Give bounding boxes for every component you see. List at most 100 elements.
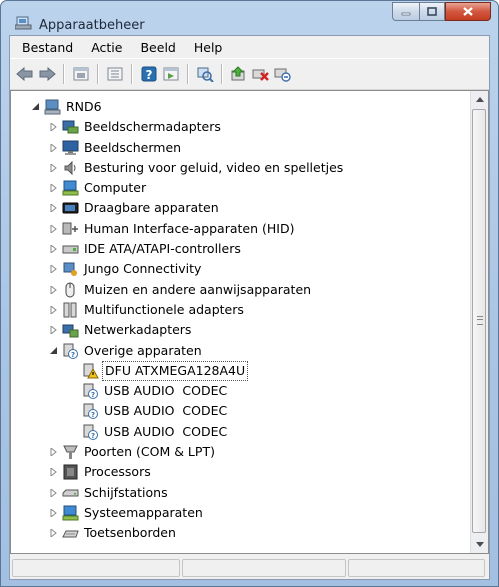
close-icon <box>463 7 473 16</box>
disable-button[interactable] <box>274 65 292 83</box>
unknown-device-icon: ? <box>63 343 78 359</box>
tree-item-muizen[interactable]: Muizen en andere aanwijsapparaten <box>11 280 473 300</box>
scroll-up-button[interactable] <box>471 91 488 108</box>
tree-item-computer[interactable]: Computer <box>11 178 473 198</box>
tree-child-label: USB AUDIO CODEC <box>104 423 228 439</box>
tree-item-toetsenborden[interactable]: Toetsenborden <box>11 523 473 543</box>
help-icon: ? <box>141 66 157 82</box>
tree-rows: RND6 Beeldschermadapters Beeldschermen B… <box>11 97 473 544</box>
keyboard-icon <box>62 530 79 538</box>
uninstall-icon <box>252 69 269 81</box>
disable-icon <box>274 68 291 82</box>
scroll-down-button[interactable] <box>471 536 488 553</box>
tree-item-ide-controllers[interactable]: IDE ATA/ATAPI-controllers <box>11 239 473 259</box>
back-button[interactable] <box>16 65 34 83</box>
vertical-scrollbar[interactable] <box>470 91 488 553</box>
expand-arrow-icon <box>50 305 57 314</box>
menu-bestand[interactable]: Bestand <box>22 38 73 57</box>
back-icon <box>16 67 33 81</box>
expand-arrow-icon <box>50 224 57 233</box>
uninstall-button[interactable] <box>252 65 270 83</box>
tree-item-hid[interactable]: Human Interface-apparaten (HID) <box>11 219 473 239</box>
scan-hardware-icon <box>197 67 214 82</box>
multifunction-adapter-icon <box>63 302 77 318</box>
grip-icon <box>477 316 483 325</box>
status-pane <box>348 559 485 577</box>
svg-text:?: ? <box>71 351 75 359</box>
expand-arrow-icon <box>50 143 57 152</box>
status-pane <box>12 559 180 577</box>
scroll-down-icon <box>475 542 484 547</box>
tree-item-processors[interactable]: Processors <box>11 462 473 482</box>
list-view-button[interactable] <box>106 65 124 83</box>
tree-item-label: Beeldschermadapters <box>84 119 221 135</box>
help-button[interactable]: ? <box>140 65 158 83</box>
title-bar[interactable]: Apparaatbeheer <box>1 1 498 35</box>
warning-device-icon <box>83 363 99 379</box>
status-pane <box>182 559 346 577</box>
tree-item-multifunctionele-adapters[interactable]: Multifunctionele adapters <box>11 300 473 320</box>
tree-item-beeldschermen[interactable]: Beeldschermen <box>11 138 473 158</box>
tree-child-label: USB AUDIO CODEC <box>104 383 228 399</box>
tree-item-jungo-connectivity[interactable]: Jungo Connectivity <box>11 259 473 279</box>
console-tree-button[interactable] <box>162 65 180 83</box>
collapse-arrow-icon <box>32 103 39 110</box>
disk-drive-icon <box>62 489 79 497</box>
unknown-device-icon: ? <box>83 383 98 400</box>
tree-child-usb-audio-codec[interactable]: ? USB AUDIO CODEC <box>11 381 473 401</box>
status-bar <box>10 557 489 579</box>
minimize-icon <box>401 12 411 15</box>
maximize-icon <box>427 7 437 16</box>
expand-arrow-icon <box>50 265 57 274</box>
display-adapter-icon <box>62 120 79 134</box>
console-tree-icon <box>163 67 179 81</box>
svg-text:?: ? <box>91 391 95 399</box>
update-driver-button[interactable] <box>230 65 248 83</box>
scrollbar-thumb[interactable] <box>472 109 486 533</box>
tree-item-label: Multifunctionele adapters <box>84 301 244 317</box>
tree-child-usb-audio-codec[interactable]: ? USB AUDIO CODEC <box>11 401 473 421</box>
tree-item-poorten[interactable]: Poorten (COM & LPT) <box>11 442 473 462</box>
tree-item-label: Human Interface-apparaten (HID) <box>84 220 295 236</box>
tree-root-rnd6[interactable]: RND6 <box>11 97 473 117</box>
tree-item-beeldschermadapters[interactable]: Beeldschermadapters <box>11 117 473 137</box>
expand-arrow-icon <box>50 488 57 497</box>
menu-actie[interactable]: Actie <box>91 38 122 57</box>
tree-child-usb-audio-codec[interactable]: ? USB AUDIO CODEC <box>11 422 473 442</box>
network-adapter-icon <box>62 324 79 338</box>
update-driver-icon <box>231 66 245 81</box>
scroll-up-icon <box>475 97 484 102</box>
collapse-arrow-icon <box>50 346 57 354</box>
scan-hardware-button[interactable] <box>196 65 214 83</box>
tree-item-systeemapparaten[interactable]: Systeemapparaten <box>11 503 473 523</box>
expand-arrow-icon <box>50 326 57 335</box>
tree-item-netwerkadapters[interactable]: Netwerkadapters <box>11 320 473 340</box>
tree-item-draagbare-apparaten[interactable]: Draagbare apparaten <box>11 198 473 218</box>
tree-item-label: Jungo Connectivity <box>84 261 202 277</box>
portable-device-icon <box>62 202 79 214</box>
menu-beeld[interactable]: Beeld <box>140 38 175 57</box>
tree-child-dfu-atxmega[interactable]: DFU ATXMEGA128A4U <box>11 360 473 381</box>
toolbar: ? <box>10 58 489 90</box>
tree-item-label: Muizen en andere aanwijsapparaten <box>84 281 312 297</box>
menu-help[interactable]: Help <box>194 38 223 57</box>
monitor-icon <box>62 140 79 155</box>
tree-item-schijfstations[interactable]: Schijfstations <box>11 483 473 503</box>
tree-item-geluid-video-spelletjes[interactable]: Besturing voor geluid, video en spelletj… <box>11 158 473 178</box>
tree-child-label: USB AUDIO CODEC <box>104 403 228 419</box>
expand-arrow-icon <box>50 204 57 213</box>
tree-item-label: Systeemapparaten <box>84 504 203 520</box>
device-tree[interactable]: RND6 Beeldschermadapters Beeldschermen B… <box>10 90 489 554</box>
close-button[interactable] <box>445 2 491 21</box>
computer-icon <box>44 99 61 115</box>
ide-controller-icon <box>62 245 79 254</box>
minimize-button[interactable] <box>392 2 419 21</box>
maximize-button[interactable] <box>419 2 445 21</box>
properties-view-button[interactable] <box>72 65 90 83</box>
forward-button[interactable] <box>38 65 56 83</box>
tree-item-label: Besturing voor geluid, video en spelletj… <box>84 159 344 175</box>
toolbar-separator <box>187 64 189 84</box>
tree-item-label: Overige apparaten <box>84 342 202 358</box>
list-view-icon <box>107 67 123 81</box>
tree-item-overige-apparaten[interactable]: ? Overige apparaten <box>11 341 473 361</box>
